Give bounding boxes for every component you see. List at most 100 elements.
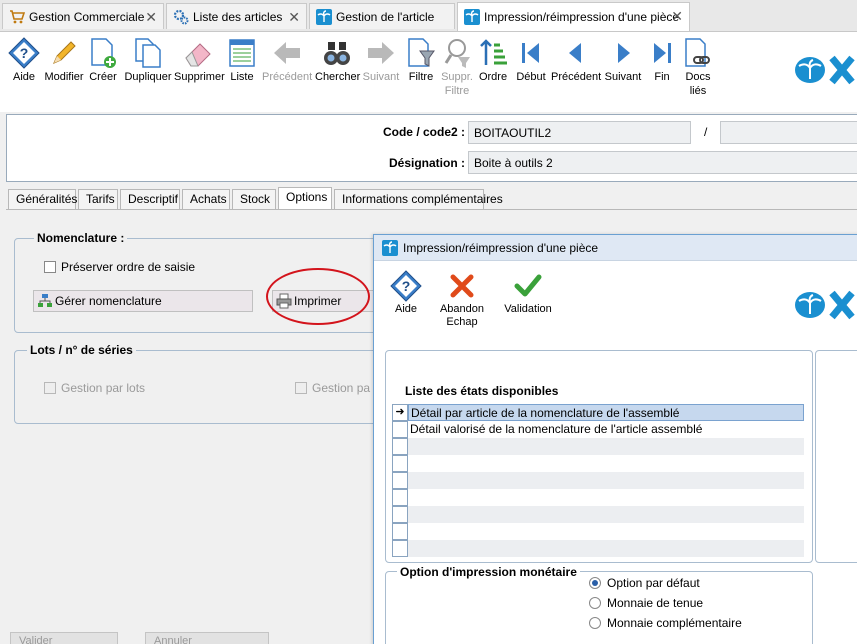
- button-label: Gérer nomenclature: [55, 294, 162, 308]
- filtre-button[interactable]: Filtre: [404, 36, 438, 84]
- list-item-label: [408, 472, 804, 489]
- checkmark-icon: [514, 274, 542, 297]
- side-group: [815, 350, 857, 563]
- tab-impression[interactable]: Impression/réimpression d'une pièce ✕: [457, 2, 690, 31]
- tab-liste-des-articles[interactable]: Liste des articles ✕: [166, 3, 307, 29]
- suppr-filtre-button[interactable]: Suppr. Filtre: [440, 36, 474, 98]
- gestion-series-checkbox[interactable]: Gestion pa: [295, 381, 370, 395]
- list-item[interactable]: [392, 523, 804, 540]
- list-item[interactable]: Détail valorisé de la nomenclature de l'…: [392, 421, 804, 438]
- list-item-label: [408, 523, 804, 540]
- clear-filter-icon: [444, 39, 470, 68]
- dialog-title-bar: Impression/réimpression d'une pièce: [374, 235, 857, 261]
- toolbar-label: Fin: [654, 71, 670, 83]
- tab-stock[interactable]: Stock: [232, 189, 276, 209]
- gerer-nomenclature-button[interactable]: Gérer nomenclature: [33, 290, 253, 312]
- radio-button[interactable]: [589, 617, 601, 629]
- tab-options[interactable]: Options: [278, 187, 332, 210]
- svg-text:?: ?: [402, 278, 411, 294]
- docs-lies-button[interactable]: Docs liés: [681, 36, 715, 98]
- list-item[interactable]: [392, 506, 804, 523]
- preserver-ordre-checkbox[interactable]: Préserver ordre de saisie: [44, 260, 195, 274]
- chercher-button[interactable]: Chercher: [315, 36, 360, 84]
- close-icon[interactable]: ✕: [671, 8, 683, 25]
- designation-field[interactable]: Boite à outils 2: [468, 151, 857, 174]
- tab-descriptif[interactable]: Descriptif: [120, 189, 180, 209]
- fin-button[interactable]: Fin: [646, 36, 678, 84]
- tab-label: Liste des articles: [193, 9, 283, 24]
- toolbar-label: Aide: [394, 303, 418, 315]
- close-icon[interactable]: ✕: [288, 9, 300, 26]
- toolbar-label: Suppr.: [441, 71, 473, 83]
- creer-button[interactable]: Créer: [86, 36, 120, 84]
- precedent-button[interactable]: Précédent: [262, 36, 312, 84]
- dialog-aide-button[interactable]: ? Aide: [388, 269, 424, 316]
- modifier-button[interactable]: Modifier: [44, 36, 84, 84]
- checkbox-box[interactable]: [44, 382, 56, 394]
- radio-monnaie-complementaire[interactable]: Monnaie complémentaire: [589, 616, 742, 630]
- list-item[interactable]: [392, 540, 804, 557]
- list-item[interactable]: [392, 438, 804, 455]
- list-item[interactable]: [392, 489, 804, 506]
- code-field[interactable]: BOITAOUTIL2: [468, 121, 691, 144]
- tab-tarifs[interactable]: Tarifs: [78, 189, 118, 209]
- abandon-button[interactable]: Abandon Echap: [438, 269, 486, 329]
- toolbar-label: Docs: [685, 71, 711, 83]
- gestion-lots-checkbox[interactable]: Gestion par lots: [44, 381, 145, 395]
- validation-button[interactable]: Validation: [500, 269, 556, 316]
- tab-generalites[interactable]: Généralités: [8, 189, 77, 209]
- radio-label: Monnaie complémentaire: [607, 616, 742, 630]
- toolbar-label: Aide: [12, 71, 36, 83]
- code2-field[interactable]: [720, 121, 857, 144]
- precedent2-button[interactable]: Précédent: [551, 36, 601, 84]
- code-separator: /: [704, 125, 708, 139]
- radio-button[interactable]: [589, 597, 601, 609]
- debut-button[interactable]: Début: [513, 36, 549, 84]
- radio-button[interactable]: [589, 577, 601, 589]
- list-item[interactable]: [392, 472, 804, 489]
- tab-gestion-commerciale[interactable]: Gestion Commerciale ✕: [2, 3, 164, 29]
- row-pointer-icon: ➜: [392, 404, 408, 421]
- list-item[interactable]: ➜ Détail par article de la nomenclature …: [392, 404, 804, 421]
- suivant-button[interactable]: Suivant: [361, 36, 401, 84]
- tab-label: Gestion Commerciale: [29, 9, 145, 24]
- aide-button[interactable]: ? Aide: [6, 36, 42, 84]
- radio-option-defaut[interactable]: Option par défaut: [589, 576, 700, 590]
- toolbar-label: Début: [516, 71, 546, 83]
- row-marker: [392, 523, 408, 540]
- suivant2-button[interactable]: Suivant: [603, 36, 643, 84]
- annuler-button[interactable]: Annuler: [145, 632, 269, 644]
- checkbox-label: Gestion par lots: [61, 381, 146, 395]
- new-document-icon: [91, 38, 116, 68]
- checkbox-box[interactable]: [44, 261, 56, 273]
- list-item[interactable]: [392, 455, 804, 472]
- list-title: Liste des états disponibles: [405, 384, 559, 398]
- radio-label: Monnaie de tenue: [607, 596, 704, 610]
- toolbar-label: Ordre: [478, 71, 508, 83]
- toolbar-label: Echap: [446, 316, 478, 328]
- dupliquer-button[interactable]: Dupliquer: [123, 36, 173, 84]
- tab-gestion-article[interactable]: Gestion de l'article: [309, 3, 455, 29]
- toolbar-label: liés: [689, 85, 707, 97]
- close-icon[interactable]: ✕: [145, 9, 157, 26]
- palm-icon: [316, 8, 332, 25]
- tab-achats[interactable]: Achats: [182, 189, 230, 209]
- toolbar-label: Dupliquer: [124, 71, 172, 83]
- supprimer-button[interactable]: Supprimer: [174, 36, 225, 84]
- checkbox-label: Gestion pa: [312, 381, 371, 395]
- list-item-label: [408, 540, 804, 557]
- ordre-button[interactable]: Ordre: [476, 36, 510, 84]
- liste-button[interactable]: Liste: [225, 36, 259, 84]
- checkbox-box[interactable]: [295, 382, 307, 394]
- arrow-right-icon: [368, 42, 394, 64]
- sort-icon: [480, 39, 507, 65]
- list-item-label: Détail valorisé de la nomenclature de l'…: [410, 422, 703, 436]
- tab-informations-complementaires[interactable]: Informations complémentaires: [334, 189, 503, 209]
- help-icon: ?: [390, 270, 422, 302]
- list-icon: [229, 39, 255, 67]
- help-icon: ?: [8, 37, 40, 69]
- valider-button[interactable]: Valider: [10, 632, 118, 644]
- radio-monnaie-tenue[interactable]: Monnaie de tenue: [589, 596, 703, 610]
- cancel-x-icon: [450, 274, 474, 298]
- binoculars-icon: [324, 42, 350, 65]
